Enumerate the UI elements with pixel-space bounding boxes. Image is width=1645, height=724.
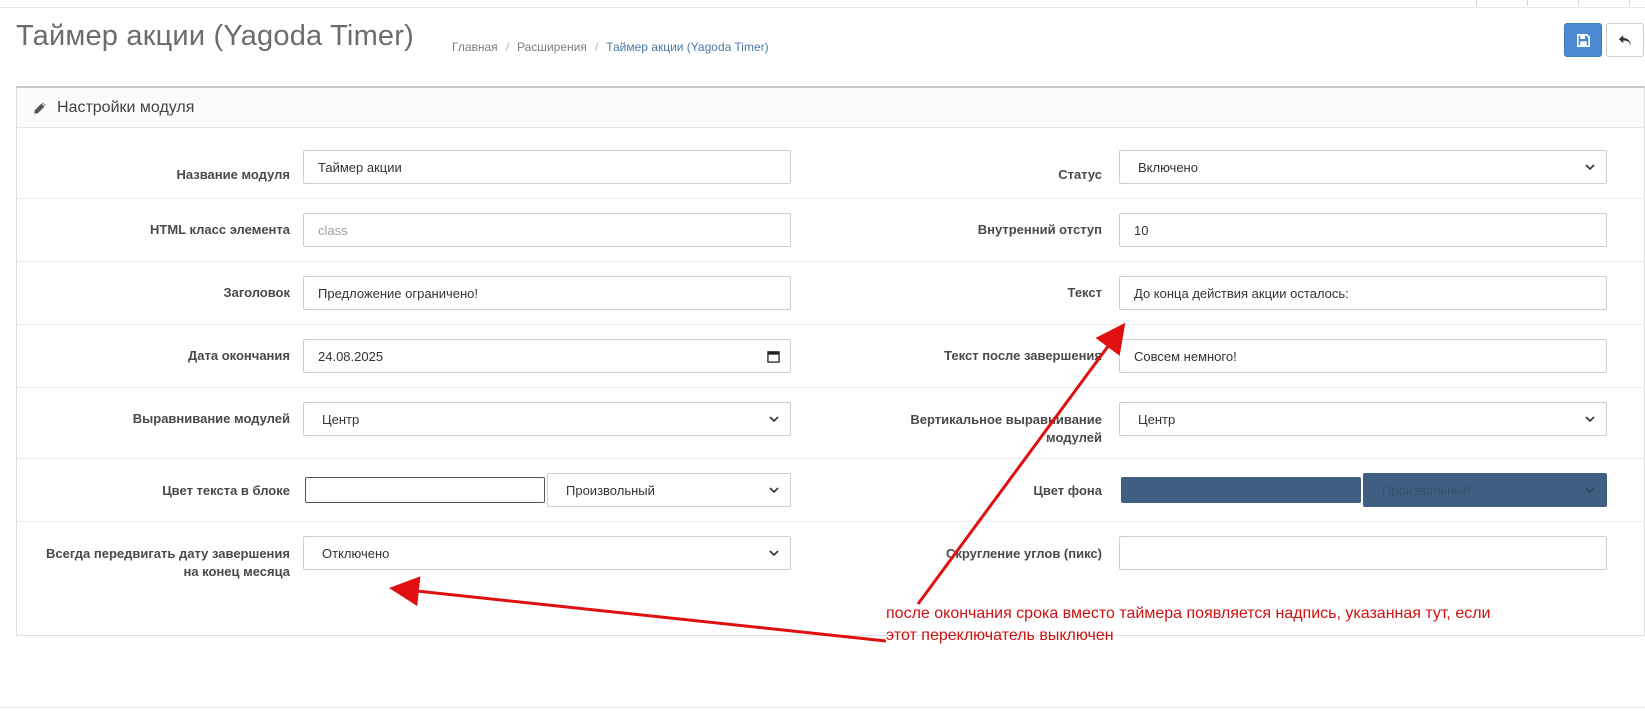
form-row-name-status: Название модуля Таймер акции Статус Вклю… [17,128,1645,199]
text-color-mode-select[interactable]: Произвольный [547,473,791,507]
breadcrumb: Главная / Расширения / Таймер акции (Yag… [452,40,769,54]
end-date-label: Дата окончания [188,348,290,363]
form-row-heading-text: Заголовок Предложение ограничено! Текст … [17,262,1645,325]
chevron-down-icon [1585,416,1595,423]
heading-label: Заголовок [223,285,290,300]
chevron-down-icon [769,550,779,557]
pencil-icon [34,101,46,114]
end-date-input[interactable]: 24.08.2025 [303,339,791,373]
border-radius-label: Скругление углов (пикс) [945,546,1102,561]
bottom-divider [0,707,1645,708]
chevron-down-icon [769,487,779,494]
module-name-label: Название модуля [176,167,290,182]
status-label: Статус [1058,167,1102,182]
form-row-move-radius: Всегда передвигать дату завершения на ко… [17,522,1645,608]
module-name-input[interactable]: Таймер акции [303,150,791,184]
page-title: Таймер акции (Yagoda Timer) [16,20,414,52]
breadcrumb-current[interactable]: Таймер акции (Yagoda Timer) [606,40,768,54]
text-input[interactable]: До конца действия акции осталось: [1119,276,1607,310]
calendar-icon[interactable] [767,350,780,363]
save-button[interactable] [1564,23,1602,57]
form-row-class-padding: HTML класс элемента class Внутренний отс… [17,199,1645,262]
html-class-input[interactable]: class [303,213,791,247]
back-button[interactable] [1606,23,1644,57]
text-after-label: Текст после завершения [944,348,1102,363]
html-class-label: HTML класс элемента [150,222,290,237]
status-select[interactable]: Включено [1119,150,1607,184]
breadcrumb-home[interactable]: Главная [452,40,498,54]
bg-color-mode-select[interactable]: Произвольный [1363,473,1607,507]
text-after-input[interactable]: Совсем немного! [1119,339,1607,373]
module-settings-panel: Настройки модуля Название модуля Таймер … [16,86,1645,636]
chevron-down-icon [1585,487,1595,494]
form-row-align: Выравнивание модулей Центр Вертикальное … [17,388,1645,459]
form-row-date-after: Дата окончания 24.08.2025 Текст после за… [17,325,1645,388]
text-color-label: Цвет текста в блоке [162,483,290,498]
bg-color-label: Цвет фона [1033,483,1102,498]
padding-input[interactable]: 10 [1119,213,1607,247]
align-label: Выравнивание модулей [132,411,290,426]
align-select[interactable]: Центр [303,402,791,436]
form-row-colors: Цвет текста в блоке Произвольный Цвет фо… [17,459,1645,522]
top-divider [0,0,1645,8]
heading-input[interactable]: Предложение ограничено! [303,276,791,310]
border-radius-input[interactable] [1119,536,1607,570]
text-label: Текст [1067,285,1102,300]
valign-label: Вертикальное выравнивание модулей [910,412,1102,445]
reply-arrow-icon [1618,34,1632,46]
valign-select[interactable]: Центр [1119,402,1607,436]
panel-header: Настройки модуля [17,88,1644,128]
annotation-note: после окончания срока вместо таймера поя… [886,605,1491,644]
breadcrumb-extensions[interactable]: Расширения [517,40,587,54]
floppy-disk-icon [1576,33,1590,47]
panel-title: Настройки модуля [57,98,195,116]
text-color-input[interactable] [305,477,545,503]
padding-label: Внутренний отступ [977,222,1102,237]
bg-color-input[interactable] [1121,477,1361,503]
chevron-down-icon [769,416,779,423]
move-date-label: Всегда передвигать дату завершения на ко… [46,546,290,579]
chevron-down-icon [1585,164,1595,171]
move-date-select[interactable]: Отключено [303,536,791,570]
